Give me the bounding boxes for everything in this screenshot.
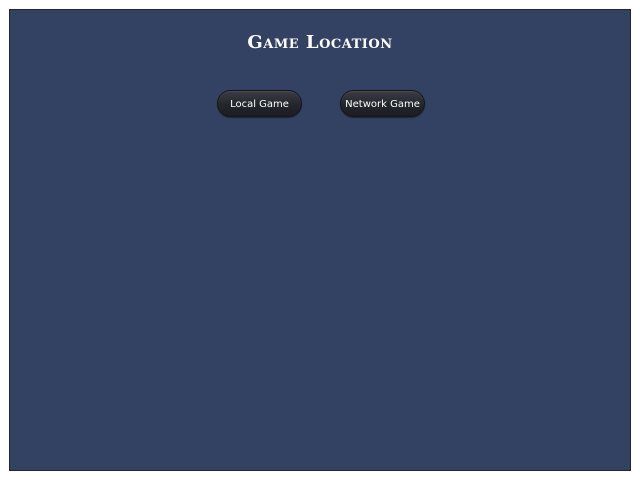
- network-game-button[interactable]: Network Game: [340, 90, 425, 117]
- page-title: Game Location: [247, 32, 393, 53]
- game-location-screen: Game Location Local Game Network Game: [9, 9, 631, 471]
- local-game-button[interactable]: Local Game: [217, 90, 302, 117]
